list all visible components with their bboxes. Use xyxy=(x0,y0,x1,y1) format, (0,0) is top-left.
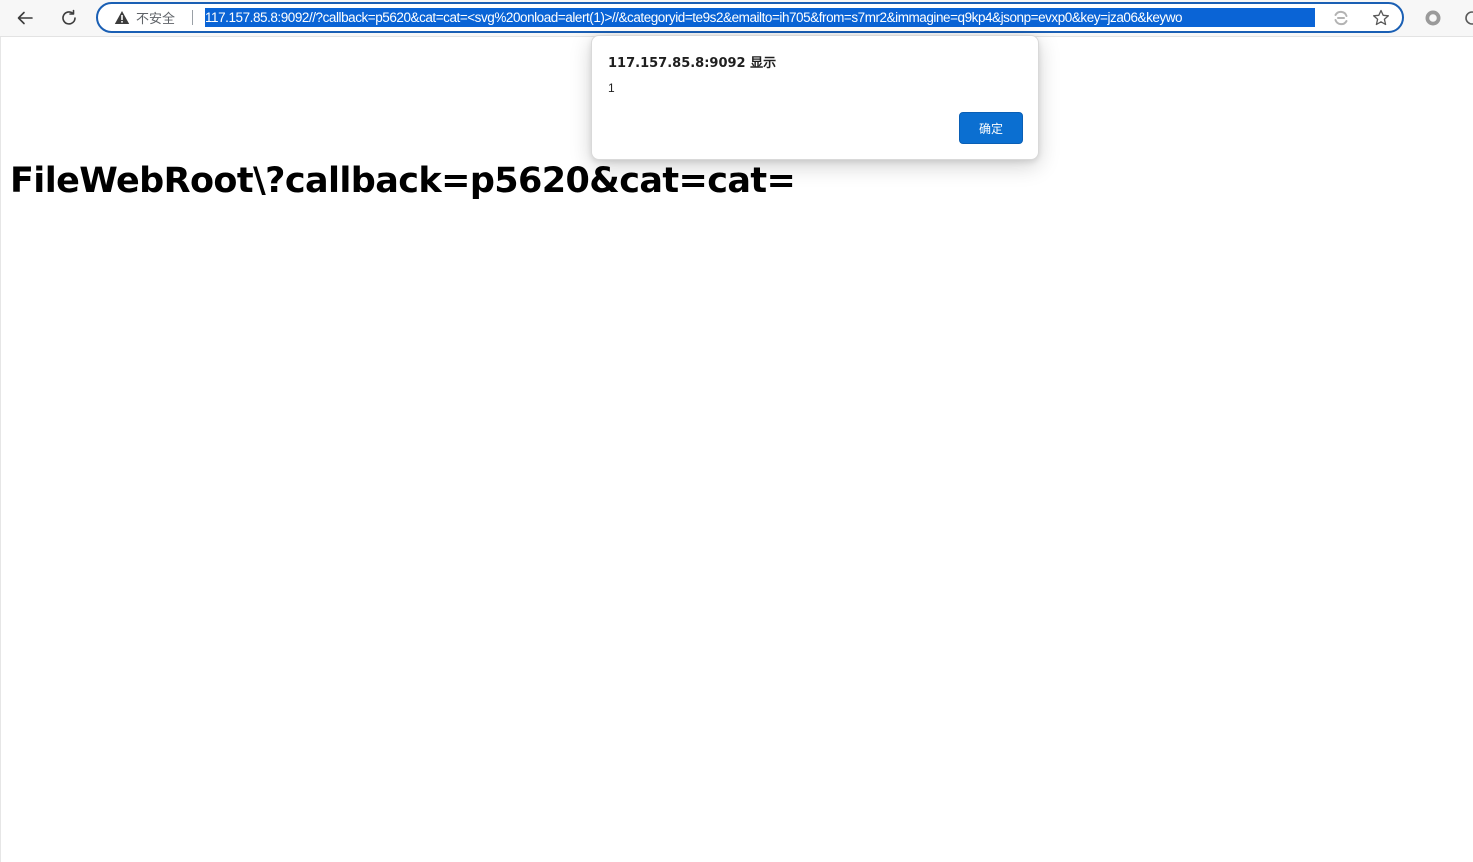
extension-icon xyxy=(1425,10,1441,26)
reload-button[interactable] xyxy=(54,4,84,32)
page-heading: FileWebRoot\?callback=p5620&cat=cat= xyxy=(10,161,796,201)
profile-button[interactable] xyxy=(1460,4,1473,32)
warning-triangle-icon xyxy=(114,11,130,24)
extension-button[interactable] xyxy=(1418,4,1448,32)
translate-icon xyxy=(1334,10,1348,26)
star-icon xyxy=(1372,9,1390,26)
security-label: 不安全 xyxy=(136,12,176,27)
bookmark-button[interactable] xyxy=(1371,8,1391,28)
back-arrow-icon xyxy=(17,11,33,25)
profile-icon xyxy=(1465,11,1473,25)
security-indicator[interactable]: 不安全 xyxy=(114,4,175,31)
alert-dialog: 117.157.85.8:9092 显示 1 确定 xyxy=(591,35,1039,160)
back-button[interactable] xyxy=(10,4,40,32)
address-bar[interactable]: 不安全 117.157.85.8:9092//?callback=p5620&c… xyxy=(96,2,1404,33)
alert-title: 117.157.85.8:9092 显示 xyxy=(608,56,777,71)
url-text[interactable]: 117.157.85.8:9092//?callback=p5620&cat=c… xyxy=(205,8,1315,27)
browser-toolbar: 不安全 117.157.85.8:9092//?callback=p5620&c… xyxy=(0,0,1473,37)
page-content: FileWebRoot\?callback=p5620&cat=cat= xyxy=(0,37,1473,862)
alert-message: 1 xyxy=(608,81,615,95)
alert-ok-button[interactable]: 确定 xyxy=(959,112,1023,144)
reload-icon xyxy=(62,9,76,25)
divider xyxy=(192,10,193,25)
translate-button[interactable] xyxy=(1331,8,1351,28)
